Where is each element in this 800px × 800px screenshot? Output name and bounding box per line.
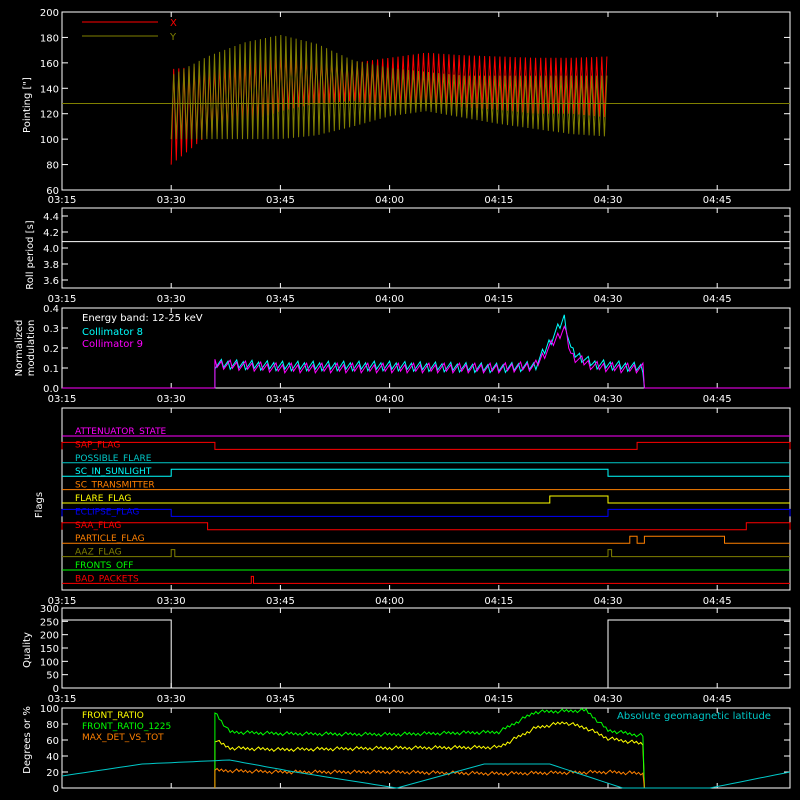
y-tick-label: 100 [40, 657, 59, 668]
flag-aaz-flag-label: AAZ_FLAG [75, 548, 122, 558]
flag-saa-flag-label: SAA_FLAG [75, 521, 121, 531]
x-tick-label: 04:00 [375, 694, 404, 705]
x-tick-label: 04:45 [703, 195, 732, 206]
legend-y-label: Y [169, 32, 177, 43]
x-tick-label: 04:00 [375, 294, 404, 305]
y-tick-label: 80 [46, 720, 59, 731]
x-tick-label: 04:45 [703, 394, 732, 405]
geomag-annotation: Absolute geomagnetic latitude [617, 711, 771, 722]
flag-flare-flag-label: FLARE_FLAG [75, 494, 131, 504]
x-tick-label: 04:00 [375, 596, 404, 607]
legend-front-ratio-1225: FRONT_RATIO_1225 [82, 722, 171, 732]
legend-collimator-8: Collimator 8 [82, 327, 143, 338]
y-tick-label: 200 [40, 8, 59, 19]
y-tick-label: 100 [40, 135, 59, 146]
modulation-ylabel-line2: modulation [26, 320, 37, 377]
x-tick-label: 04:30 [594, 596, 623, 607]
y-tick-label: 3.6 [43, 276, 59, 287]
y-tick-label: 20 [46, 768, 59, 779]
y-tick-label: 3.8 [43, 260, 59, 271]
flag-sap-flag-label: SAP_FLAG [75, 440, 120, 450]
x-tick-label: 04:30 [594, 195, 623, 206]
x-tick-label: 03:30 [157, 596, 186, 607]
flags-ylabel: Flags [34, 492, 45, 518]
x-tick-label: 04:45 [703, 596, 732, 607]
legend-max-det-vs-tot: MAX_DET_VS_TOT [82, 733, 164, 743]
x-tick-label: 04:30 [594, 394, 623, 405]
y-tick-label: 0.1 [43, 364, 59, 375]
pointing-ylabel: Pointing ["] [22, 77, 33, 133]
x-tick-label: 04:15 [484, 694, 513, 705]
flag-particle-flag-label: PARTICLE_FLAG [75, 534, 145, 544]
flag-fronts-off-label: FRONTS_OFF [75, 561, 133, 571]
y-tick-label: 80 [46, 161, 59, 172]
legend-front-ratio: FRONT_RATIO [82, 711, 144, 721]
x-tick-label: 04:45 [703, 694, 732, 705]
x-tick-label: 03:30 [157, 195, 186, 206]
flag-bad-packets-label: BAD_PACKETS [75, 574, 139, 584]
ratio-ylabel: Degrees or % [22, 706, 33, 774]
y-tick-label: 50 [46, 671, 59, 682]
x-tick-label: 04:15 [484, 294, 513, 305]
legend-x-label: X [170, 18, 177, 29]
x-tick-label: 04:45 [703, 294, 732, 305]
x-tick-label: 03:45 [266, 195, 295, 206]
y-tick-label: 150 [40, 644, 59, 655]
x-tick-label: 04:00 [375, 195, 404, 206]
y-tick-label: 40 [46, 752, 59, 763]
x-tick-label: 04:15 [484, 394, 513, 405]
x-tick-label: 03:30 [157, 294, 186, 305]
flag-possible-flare-label: POSSIBLE_FLARE [75, 454, 152, 464]
y-tick-label: 60 [46, 736, 59, 747]
y-tick-label: 4.4 [43, 212, 59, 223]
y-tick-label: 0.2 [43, 344, 59, 355]
y-tick-label: 180 [40, 33, 59, 44]
x-tick-label: 03:30 [157, 694, 186, 705]
quality-ylabel: Quality [22, 632, 33, 668]
modulation-ylabel-line1: Normalized [14, 320, 25, 377]
x-tick-label: 04:15 [484, 195, 513, 206]
y-tick-label: 300 [40, 604, 59, 615]
x-tick-label: 04:15 [484, 596, 513, 607]
x-tick-label: 03:45 [266, 694, 295, 705]
summary-figure: Pointing ["] 03:15 03:30 03:45 04:00 04:15 04… [0, 0, 800, 800]
x-tick-label: 04:30 [594, 294, 623, 305]
flag-eclipse-flag-label: ECLIPSE_FLAG [75, 507, 139, 517]
flag-sc-in-sunlight-label: SC_IN_SUNLIGHT [75, 467, 152, 477]
y-tick-label: 200 [40, 631, 59, 642]
legend-collimator-9: Collimator 9 [82, 339, 143, 350]
x-tick-label: 03:30 [157, 394, 186, 405]
y-tick-label: 250 [40, 617, 59, 628]
y-tick-label: 100 [40, 704, 59, 715]
y-tick-label: 4.2 [43, 228, 59, 239]
y-tick-label: 0.4 [43, 304, 59, 315]
x-tick-label: 03:45 [266, 294, 295, 305]
y-tick-label: 60 [46, 186, 59, 197]
y-tick-label: 0 [53, 684, 59, 695]
y-tick-label: 0 [53, 784, 59, 795]
x-tick-label: 04:30 [594, 694, 623, 705]
roll-ylabel: Roll period [s] [25, 220, 36, 289]
flag-sc-transmitter-label: SC_TRANSMITTER [75, 481, 155, 491]
y-tick-label: 0.3 [43, 324, 59, 335]
y-tick-label: 0.0 [43, 384, 59, 395]
x-tick-label: 03:15 [48, 394, 77, 405]
y-tick-label: 120 [40, 110, 59, 121]
y-tick-label: 140 [40, 84, 59, 95]
x-tick-label: 04:00 [375, 394, 404, 405]
flag-attenuator-state-label: ATTENUATOR_STATE [75, 427, 167, 437]
y-tick-label: 4.0 [43, 244, 59, 255]
x-tick-label: 03:45 [266, 394, 295, 405]
energy-band-annotation: Energy band: 12-25 keV [82, 313, 203, 324]
y-tick-label: 160 [40, 59, 59, 70]
x-tick-label: 03:45 [266, 596, 295, 607]
